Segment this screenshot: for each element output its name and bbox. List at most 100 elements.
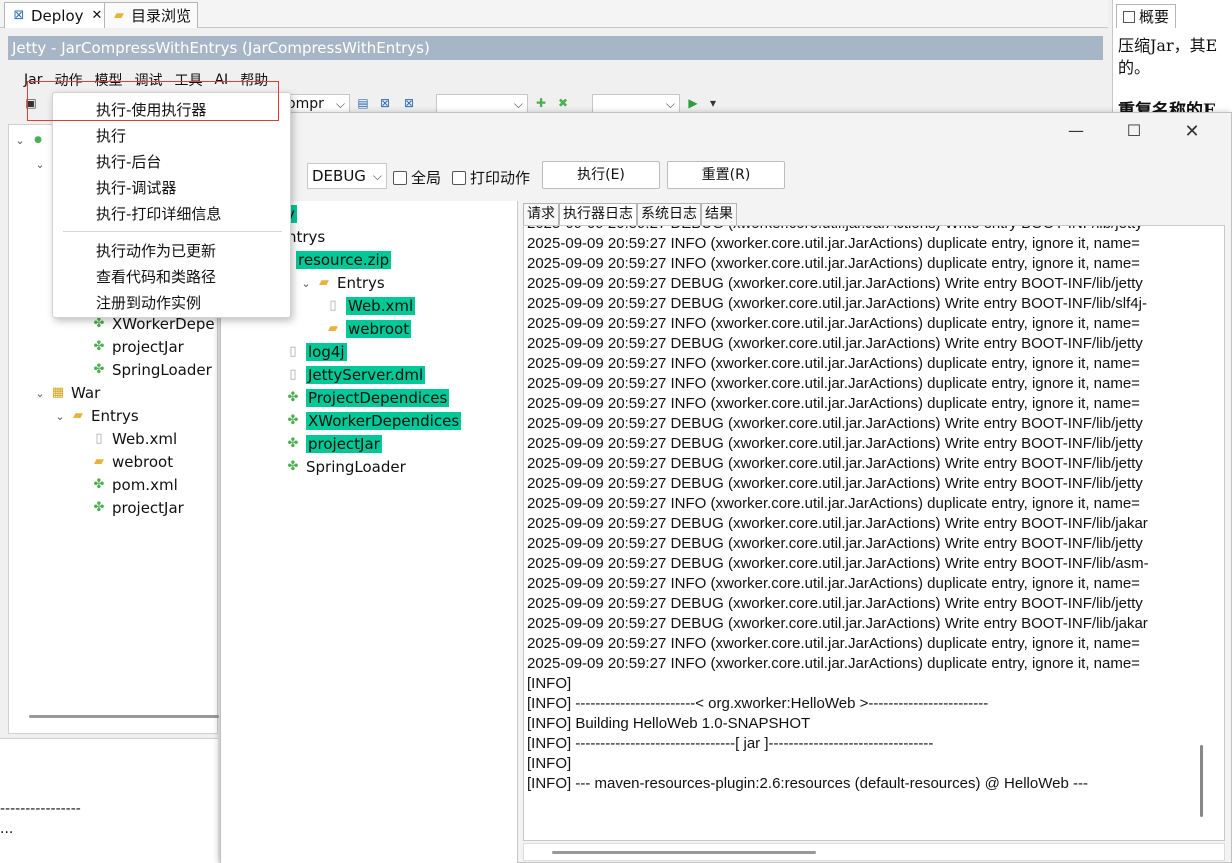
menu-item-execute-debugger[interactable]: 执行-调试器 xyxy=(96,177,176,199)
log-line: 2025-09-09 20:59:27 DEBUG (xworker.core.… xyxy=(527,515,1148,532)
tree-item[interactable]: ⌄ ▰ Entrys xyxy=(301,272,384,294)
tab-result[interactable]: 结果 xyxy=(701,203,737,225)
tree-item-label: ProjectDependices xyxy=(306,389,450,407)
tree-item[interactable]: ✤ XWorkerDependices xyxy=(285,410,462,432)
tree-item-war[interactable]: ⌄ ▦ War xyxy=(35,382,100,404)
checkbox-box[interactable] xyxy=(452,170,466,185)
menu-item-view-code-classpath[interactable]: 查看代码和类路径 xyxy=(96,266,216,288)
chevron-down-icon[interactable]: ⌄ xyxy=(35,158,45,171)
tab-summary[interactable]: 概要 xyxy=(1116,4,1177,28)
tree-item-label: Web.xml xyxy=(112,430,178,448)
tab-directory-browse[interactable]: ▰ 目录浏览 xyxy=(104,2,199,28)
chevron-down-icon[interactable]: ⌄ xyxy=(15,134,25,147)
tree-item[interactable]: ✤ projectJar xyxy=(91,336,184,358)
menu-item-execute[interactable]: 执行 xyxy=(96,125,126,147)
tree-item-label: webroot xyxy=(346,320,412,338)
close-icon[interactable]: ✕ xyxy=(92,8,103,23)
tree-item[interactable]: ▌ resource.zip xyxy=(285,249,392,271)
tree-item-label: SpringLoader xyxy=(306,458,406,476)
combo-second[interactable]: ⌵ xyxy=(436,94,528,114)
tree-item[interactable]: ✤ SpringLoader xyxy=(285,456,406,478)
folder-icon: ▰ xyxy=(73,408,83,423)
remove-node-icon[interactable]: ✖ xyxy=(556,96,570,110)
log-line: [INFO] xyxy=(527,675,572,692)
tree-item[interactable]: ▰ webroot xyxy=(325,318,412,340)
tree-item-label: SpringLoader xyxy=(112,361,212,379)
delete-icon[interactable]: ⊠ xyxy=(378,96,392,110)
tree-child[interactable]: ⌄ xyxy=(35,153,45,175)
tab-deploy[interactable]: ⊠ Deploy ✕ xyxy=(4,2,110,28)
log-line: 2025-09-09 20:59:27 INFO (xworker.core.u… xyxy=(527,575,1140,592)
execute-button[interactable]: 执行(E) xyxy=(542,161,660,189)
puzzle-icon: ✤ xyxy=(287,390,299,405)
run-icon[interactable]: ▶ xyxy=(686,96,700,110)
tree-item[interactable]: ✤ projectJar xyxy=(285,433,382,455)
tree-root[interactable]: ⌄ ● xyxy=(15,129,46,151)
log-line: 2025-09-09 20:59:27 INFO (xworker.core.u… xyxy=(527,255,1140,272)
log-line: 2025-09-09 20:59:27 INFO (xworker.core.u… xyxy=(527,655,1140,672)
chevron-down-icon[interactable]: ⌄ xyxy=(55,410,65,423)
log-line: [INFO] ------------------------< org.xwo… xyxy=(527,695,989,712)
tree-item[interactable]: ▰ webroot xyxy=(91,451,173,473)
checkbox-box[interactable] xyxy=(393,170,407,185)
close-icon[interactable]: ✕ xyxy=(1177,121,1207,142)
tree-item[interactable]: ▯ Web.xml xyxy=(325,295,416,317)
run-dropdown-icon[interactable]: ▾ xyxy=(706,96,720,110)
menu-item-execute-as-updated[interactable]: 执行动作为已更新 xyxy=(96,240,216,262)
node-dot-icon: ● xyxy=(34,135,42,145)
log-line: 2025-09-09 20:59:27 DEBUG (xworker.core.… xyxy=(527,535,1143,552)
tree-item[interactable]: ✤ projectJar xyxy=(91,497,184,519)
combo-compress-value: ompr xyxy=(287,96,324,112)
dialog-tabs: 请求 执行器日志 系统日志 结果 xyxy=(523,203,737,225)
log-hscroll[interactable] xyxy=(523,843,1225,861)
menu-item-execute-background[interactable]: 执行-后台 xyxy=(96,151,161,173)
log-line: [INFO] xyxy=(527,755,572,772)
scroll-thumb[interactable] xyxy=(552,851,816,854)
tab-summary-label: 概要 xyxy=(1139,8,1170,26)
menu-item-register-action[interactable]: 注册到动作实例 xyxy=(96,292,201,314)
left-hscroll-thumb[interactable] xyxy=(29,715,219,718)
log-line: 2025-09-09 20:59:27 DEBUG (xworker.core.… xyxy=(527,595,1143,612)
tree-item[interactable]: ▯ Web.xml xyxy=(91,428,177,450)
log-text-area[interactable]: 2025-09-09 20:59:27 DEBUG (xworker.core.… xyxy=(523,225,1225,841)
global-checkbox[interactable]: 全局 xyxy=(393,167,441,188)
main-tab-strip: ⊠ Deploy ✕ ▰ 目录浏览 xyxy=(0,0,1108,28)
tree-item[interactable]: ✤ pom.xml xyxy=(91,474,178,496)
tree-item[interactable]: ntrys xyxy=(287,226,325,248)
tree-item[interactable]: ▯ JettyServer.dml xyxy=(285,364,426,386)
print-action-checkbox[interactable]: 打印动作 xyxy=(452,167,530,188)
menu-item-execute-verbose[interactable]: 执行-打印详细信息 xyxy=(96,203,221,225)
bottom-console: ---------------- ... xyxy=(0,738,218,863)
combo-third[interactable]: ⌵ xyxy=(592,94,680,114)
log-line: 2025-09-09 20:59:27 DEBUG (xworker.core.… xyxy=(527,335,1143,352)
log-level-select[interactable]: DEBUG ⌵ xyxy=(307,163,387,189)
reset-button[interactable]: 重置(R) xyxy=(667,161,785,189)
log-line: 2025-09-09 20:59:27 INFO (xworker.core.u… xyxy=(527,315,1140,332)
maximize-icon[interactable]: ☐ xyxy=(1119,121,1149,140)
tree-item-label: projectJar xyxy=(112,338,184,356)
delete-all-icon[interactable]: ⊠ xyxy=(402,96,416,110)
copy-icon[interactable]: ▤ xyxy=(356,96,370,110)
chevron-down-icon: ⌵ xyxy=(665,97,675,111)
tree-item[interactable]: ▯ log4j xyxy=(285,341,347,363)
add-node-icon[interactable]: ✚ xyxy=(534,96,548,110)
chevron-down-icon[interactable]: ⌄ xyxy=(301,277,311,290)
tab-request[interactable]: 请求 xyxy=(523,203,559,225)
log-line: 2025-09-09 20:59:27 DEBUG (xworker.core.… xyxy=(527,475,1143,492)
global-checkbox-label: 全局 xyxy=(411,169,442,187)
combo-compress[interactable]: ompr ⌵ xyxy=(282,94,350,114)
tab-executor-log[interactable]: 执行器日志 xyxy=(559,203,637,225)
minimize-icon[interactable]: — xyxy=(1061,121,1091,140)
war-icon: ▦ xyxy=(51,385,65,400)
tree-item[interactable]: ✤ SpringLoader xyxy=(91,359,212,381)
chevron-down-icon[interactable]: ⌄ xyxy=(35,387,45,400)
tab-system-log[interactable]: 系统日志 xyxy=(637,203,701,225)
tree-item-label: War xyxy=(71,384,101,402)
tree-item[interactable]: ✤ ProjectDependices xyxy=(285,387,450,409)
log-line: [INFO] --------------------------------[… xyxy=(527,735,934,752)
window-title: Jetty - JarCompressWithEntrys (JarCompre… xyxy=(8,36,1103,60)
tree-item-entrys[interactable]: ⌄ ▰ Entrys xyxy=(55,405,138,427)
log-line: 2025-09-09 20:59:27 DEBUG (xworker.core.… xyxy=(527,455,1143,472)
log-vscroll-thumb[interactable] xyxy=(1200,745,1203,817)
puzzle-icon: ✤ xyxy=(287,436,299,451)
